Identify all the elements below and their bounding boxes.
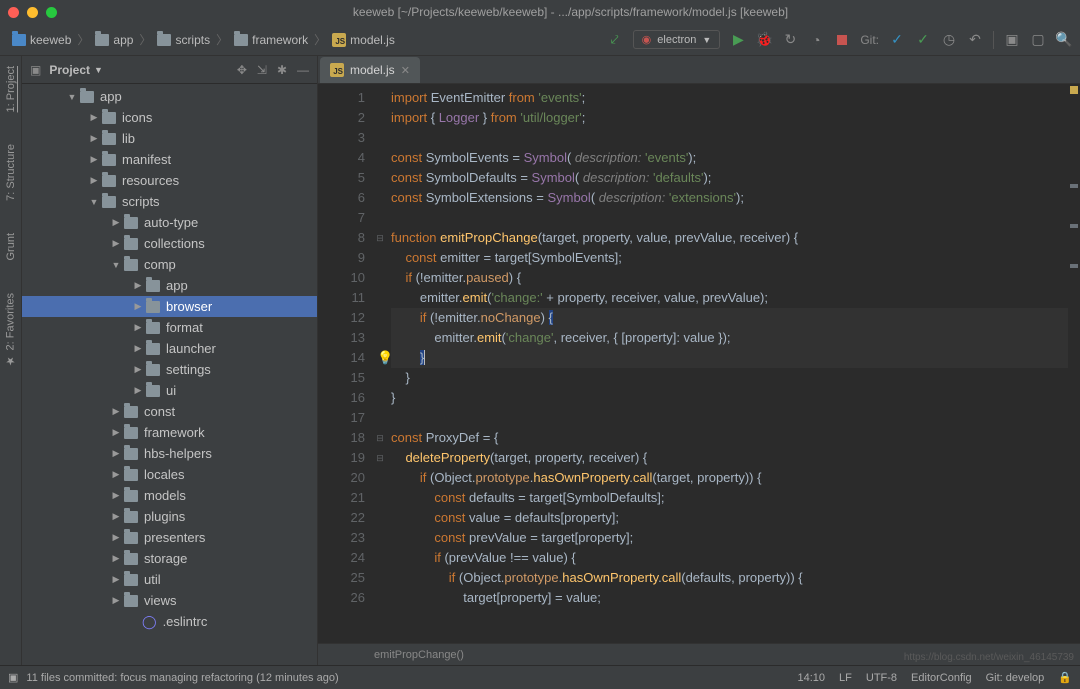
- error-stripe[interactable]: [1068, 84, 1080, 643]
- tree-item[interactable]: ▶presenters: [22, 527, 317, 548]
- status-bar: ▣ 11 files committed: focus managing ref…: [0, 665, 1080, 689]
- window-title: keeweb [~/Projects/keeweb/keeweb] - .../…: [69, 5, 1072, 19]
- minimize-icon[interactable]: [27, 7, 38, 18]
- vcs-update-icon[interactable]: ✓: [889, 32, 905, 48]
- rail-favorites[interactable]: ★2: Favorites: [2, 287, 19, 373]
- tree-item[interactable]: ▼scripts: [22, 191, 317, 212]
- tree-item[interactable]: ▶hbs-helpers: [22, 443, 317, 464]
- history-icon[interactable]: ◷: [941, 32, 957, 48]
- revert-icon[interactable]: ↶: [967, 32, 983, 48]
- folder-icon: [157, 34, 171, 46]
- tree-item[interactable]: ▶resources: [22, 170, 317, 191]
- rail-project[interactable]: 1: Project: [3, 60, 19, 118]
- tree-item[interactable]: ◯.eslintrc: [22, 611, 317, 632]
- tree-item[interactable]: ▶format: [22, 317, 317, 338]
- tree-item[interactable]: ▼comp: [22, 254, 317, 275]
- tree-item[interactable]: ▶models: [22, 485, 317, 506]
- encoding[interactable]: UTF-8: [866, 672, 897, 684]
- tree-item[interactable]: ▶locales: [22, 464, 317, 485]
- fullscreen-icon[interactable]: ▢: [1030, 32, 1046, 48]
- tree-item[interactable]: ▶plugins: [22, 506, 317, 527]
- stop-icon[interactable]: [834, 32, 850, 48]
- rail-structure[interactable]: 7: Structure: [3, 138, 19, 207]
- run-icon[interactable]: ▶: [730, 32, 746, 48]
- status-icon: ▣: [8, 671, 18, 684]
- tree-item[interactable]: ▶manifest: [22, 149, 317, 170]
- settings-icon[interactable]: ✱: [277, 63, 287, 77]
- tree-item[interactable]: ▶const: [22, 401, 317, 422]
- warning-mark: [1070, 86, 1078, 94]
- project-tree[interactable]: ▼app▶icons▶lib▶manifest▶resources▼script…: [22, 84, 317, 665]
- folder-icon: [95, 34, 109, 46]
- tree-item[interactable]: ▶app: [22, 275, 317, 296]
- tree-item[interactable]: ▶ui: [22, 380, 317, 401]
- breadcrumb[interactable]: keeweb〉 app〉 scripts〉 framework〉 JS mode…: [8, 29, 399, 50]
- locate-icon[interactable]: ✥: [237, 63, 247, 77]
- watermark: https://blog.csdn.net/weixin_46145739: [904, 652, 1074, 663]
- indent[interactable]: EditorConfig: [911, 672, 972, 684]
- js-file-icon: JS: [332, 33, 346, 47]
- maximize-icon[interactable]: [46, 7, 57, 18]
- close-icon[interactable]: [8, 7, 19, 18]
- titlebar: keeweb [~/Projects/keeweb/keeweb] - .../…: [0, 0, 1080, 24]
- ide-icon[interactable]: ▣: [1004, 32, 1020, 48]
- lock-icon[interactable]: 🔒: [1058, 671, 1072, 684]
- rail-grunt[interactable]: Grunt: [3, 227, 19, 267]
- search-icon[interactable]: 🔍: [1056, 32, 1072, 48]
- tab-model-js[interactable]: JS model.js ✕: [320, 57, 420, 83]
- profile-icon[interactable]: ◔: [808, 32, 824, 48]
- left-tool-rail: 1: Project 7: Structure Grunt ★2: Favori…: [0, 56, 22, 665]
- project-sidebar: ▣ Project ▼ ✥ ⇲ ✱ — ▼app▶icons▶lib▶manif…: [22, 56, 318, 665]
- folder-icon: [12, 34, 26, 46]
- status-message: 11 files committed: focus managing refac…: [26, 672, 338, 684]
- caret-position[interactable]: 14:10: [798, 672, 826, 684]
- tree-item[interactable]: ▶collections: [22, 233, 317, 254]
- vcs-commit-icon[interactable]: ✓: [915, 32, 931, 48]
- sidebar-title[interactable]: Project ▼: [49, 63, 103, 77]
- tree-item[interactable]: ▶launcher: [22, 338, 317, 359]
- js-file-icon: JS: [330, 63, 344, 77]
- tool-window-icon[interactable]: ▣: [30, 63, 41, 77]
- line-numbers: 1234567891011121314151617181920212223242…: [318, 84, 373, 643]
- tree-item[interactable]: ▼app: [22, 86, 317, 107]
- tree-item[interactable]: ▶auto-type: [22, 212, 317, 233]
- navigation-bar: keeweb〉 app〉 scripts〉 framework〉 JS mode…: [0, 24, 1080, 56]
- tree-item[interactable]: ▶views: [22, 590, 317, 611]
- build-icon[interactable]: ⤦: [607, 32, 623, 48]
- git-label: Git:: [860, 33, 879, 47]
- tree-item[interactable]: ▶settings: [22, 359, 317, 380]
- coverage-icon[interactable]: ↻: [782, 32, 798, 48]
- close-tab-icon[interactable]: ✕: [401, 64, 410, 77]
- line-separator[interactable]: LF: [839, 672, 852, 684]
- tree-item[interactable]: ▶framework: [22, 422, 317, 443]
- tree-item[interactable]: ▶lib: [22, 128, 317, 149]
- folder-icon: [234, 34, 248, 46]
- expand-icon[interactable]: ⇲: [257, 63, 267, 77]
- tree-item[interactable]: ▶browser: [22, 296, 317, 317]
- code-editor[interactable]: import EventEmitter from 'events';import…: [387, 84, 1068, 643]
- collapse-icon[interactable]: —: [297, 63, 309, 77]
- run-config-select[interactable]: ◉electron▼: [633, 30, 721, 49]
- tree-item[interactable]: ▶icons: [22, 107, 317, 128]
- branch[interactable]: Git: develop: [986, 672, 1045, 684]
- debug-icon[interactable]: 🐞: [756, 32, 772, 48]
- tree-item[interactable]: ▶storage: [22, 548, 317, 569]
- tree-item[interactable]: ▶util: [22, 569, 317, 590]
- editor-tabs: JS model.js ✕: [318, 56, 1080, 84]
